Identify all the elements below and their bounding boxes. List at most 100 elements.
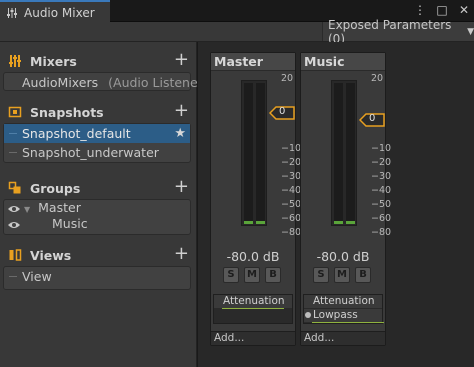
star-icon[interactable]: ★ [174, 124, 186, 143]
fader-handle[interactable]: 0 [358, 113, 385, 127]
mute-button[interactable]: M [244, 267, 260, 283]
meter-bar-left [334, 83, 343, 224]
scale-tick: 20 [281, 73, 294, 84]
fader-handle[interactable]: 0 [268, 106, 295, 120]
bypass-button[interactable]: B [265, 267, 281, 283]
effect-level-bar [222, 308, 284, 309]
add-snapshot-button[interactable]: + [174, 100, 189, 121]
effect-level-bar [312, 322, 384, 323]
groups-icon [8, 181, 21, 194]
scale-tick: −40 [371, 185, 392, 196]
list-item[interactable]: View [4, 267, 190, 289]
views-icon [9, 249, 22, 261]
meter-bar-left [244, 83, 253, 224]
snapshot-icon [8, 106, 22, 118]
smb-buttons: S M B [313, 267, 371, 283]
fader-value: 0 [279, 106, 286, 117]
level-meter [241, 80, 267, 226]
row-dash [9, 133, 17, 134]
mixer-strip-master: Master 20 −10 −20 −30 −40 −50 −60 −80 0 … [210, 52, 301, 346]
snapshot-name: Snapshot_default [22, 126, 131, 141]
group-name: Music [52, 216, 88, 231]
views-list: View [3, 266, 191, 290]
row-dash [9, 152, 17, 153]
scale-tick: −30 [371, 171, 392, 182]
solo-button[interactable]: S [313, 267, 329, 283]
snapshot-name: Snapshot_underwater [22, 145, 159, 160]
scale-tick: −50 [281, 199, 302, 210]
mixer-icon [9, 55, 21, 67]
view-name: View [22, 269, 52, 284]
scale-tick: −50 [371, 199, 392, 210]
list-item[interactable]: Snapshot_underwater [4, 143, 190, 162]
list-item[interactable]: Music [4, 216, 190, 232]
effects-list: Attenuation Lowpass [303, 294, 384, 324]
mute-button[interactable]: M [334, 267, 350, 283]
section-views-header: Views + [0, 243, 197, 265]
effects-list: Attenuation [213, 294, 293, 324]
mixers-list: AudioMixers (Audio Listener) [3, 72, 208, 92]
list-item[interactable]: AudioMixers (Audio Listener) [4, 73, 208, 92]
section-groups-header: Groups + [0, 176, 197, 198]
effect-attenuation[interactable]: Attenuation [214, 295, 292, 309]
bypass-button[interactable]: B [355, 267, 371, 283]
add-effect-button[interactable]: Add... [211, 331, 295, 345]
effect-name: Attenuation [223, 295, 285, 307]
scale-tick: 20 [371, 73, 384, 84]
scale-tick: −20 [371, 157, 392, 168]
toolbar: Exposed Parameters (0) ▼ [0, 18, 474, 46]
scale-tick: −60 [371, 213, 392, 224]
add-view-button[interactable]: + [174, 243, 189, 264]
smb-buttons: S M B [223, 267, 281, 283]
mixer-icon [7, 7, 17, 18]
row-dash [9, 276, 17, 277]
mixer-strip-music: Music 20 −10 −20 −30 −40 −50 −60 −80 0 -… [300, 52, 391, 346]
scale-tick: −80 [281, 227, 302, 238]
strip-title: Master [211, 53, 295, 71]
add-effect-button[interactable]: Add... [301, 331, 385, 345]
section-mixers-title: Mixers [30, 53, 77, 69]
more-vert-icon[interactable]: ⋮ [414, 3, 426, 17]
left-panel: Mixers + AudioMixers (Audio Listener) Sn… [0, 42, 208, 367]
close-icon[interactable]: ✕ [458, 3, 470, 17]
mixer-output: (Audio Listener) [108, 75, 208, 90]
scale-tick: −10 [371, 143, 392, 154]
solo-button[interactable]: S [223, 267, 239, 283]
scale-tick: −20 [281, 157, 302, 168]
section-views-title: Views [30, 247, 72, 263]
scale-tick: −30 [281, 171, 302, 182]
window-controls: ⋮ □ ✕ [414, 3, 470, 17]
section-mixers-header: Mixers + [0, 49, 197, 71]
effect-name: Attenuation [313, 295, 375, 307]
level-readout: -80.0 dB [226, 249, 280, 264]
effect-lowpass[interactable]: Lowpass [304, 309, 384, 323]
mixer-strips-area: Master 20 −10 −20 −30 −40 −50 −60 −80 0 … [198, 42, 474, 367]
section-snapshots-header: Snapshots + [0, 100, 197, 122]
tab-audio-mixer[interactable]: Audio Mixer [0, 0, 110, 23]
effect-attenuation[interactable]: Attenuation [304, 295, 382, 308]
list-item[interactable]: ▼ Master [4, 200, 190, 216]
scale-tick: −10 [281, 143, 302, 154]
maximize-icon[interactable]: □ [436, 3, 448, 17]
section-groups-title: Groups [30, 180, 81, 196]
meter-bar-right [256, 83, 265, 224]
mixer-name: AudioMixers [22, 75, 99, 90]
eye-icon[interactable] [7, 204, 21, 214]
scale-tick: −40 [281, 185, 302, 196]
chevron-down-icon: ▼ [467, 26, 474, 37]
list-item[interactable]: Snapshot_default ★ [4, 124, 190, 143]
level-meter [331, 80, 357, 226]
collapse-arrow-icon[interactable]: ▼ [24, 205, 30, 214]
add-mixer-button[interactable]: + [174, 49, 189, 70]
effect-send-dot-icon [305, 312, 311, 318]
scale-tick: −80 [371, 227, 392, 238]
meter-bar-right [346, 83, 355, 224]
groups-list: ▼ Master Music [3, 199, 191, 235]
tab-title: Audio Mixer [24, 5, 95, 20]
effect-name: Lowpass [313, 309, 358, 321]
snapshots-list: Snapshot_default ★ Snapshot_underwater [3, 123, 191, 163]
exposed-parameters-dropdown[interactable]: Exposed Parameters (0) ▼ [322, 18, 474, 46]
add-group-button[interactable]: + [174, 176, 189, 197]
group-name: Master [38, 200, 81, 215]
eye-icon[interactable] [7, 220, 21, 230]
